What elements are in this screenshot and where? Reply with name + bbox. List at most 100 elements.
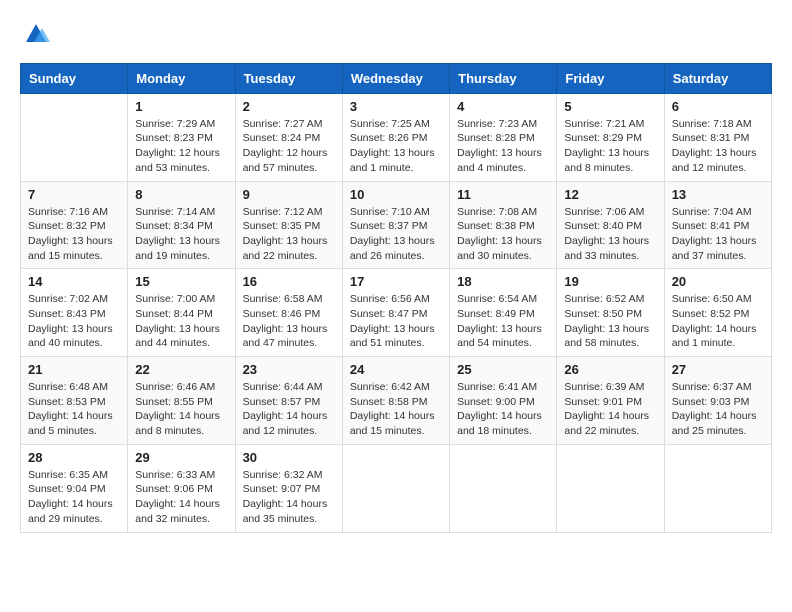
day-number: 5	[564, 99, 656, 114]
day-number: 23	[243, 362, 335, 377]
calendar-header-row: SundayMondayTuesdayWednesdayThursdayFrid…	[21, 63, 772, 93]
day-number: 14	[28, 274, 120, 289]
day-info: Sunrise: 6:35 AM Sunset: 9:04 PM Dayligh…	[28, 468, 120, 527]
day-number: 3	[350, 99, 442, 114]
calendar-cell: 27 Sunrise: 6:37 AM Sunset: 9:03 PM Dayli…	[664, 357, 771, 445]
calendar-cell: 11 Sunrise: 7:08 AM Sunset: 8:38 PM Dayli…	[450, 181, 557, 269]
day-number: 20	[672, 274, 764, 289]
calendar-cell: 7Sunrise: 7:16 AM Sunset: 8:32 PM Daylig…	[21, 181, 128, 269]
day-info: Sunrise: 7:02 AM Sunset: 8:43 PM Dayligh…	[28, 292, 120, 351]
calendar-cell: 13 Sunrise: 7:04 AM Sunset: 8:41 PM Dayli…	[664, 181, 771, 269]
page-header	[20, 20, 772, 53]
day-info: Sunrise: 7:08 AM Sunset: 8:38 PM Dayligh…	[457, 205, 549, 264]
day-number: 24	[350, 362, 442, 377]
calendar-cell: 20 Sunrise: 6:50 AM Sunset: 8:52 PM Dayli…	[664, 269, 771, 357]
day-number: 15	[135, 274, 227, 289]
day-info: Sunrise: 7:21 AM Sunset: 8:29 PM Dayligh…	[564, 117, 656, 176]
day-number: 30	[243, 450, 335, 465]
col-header-thursday: Thursday	[450, 63, 557, 93]
day-info: Sunrise: 7:29 AM Sunset: 8:23 PM Dayligh…	[135, 117, 227, 176]
calendar-cell: 29Sunrise: 6:33 AM Sunset: 9:06 PM Dayli…	[128, 444, 235, 532]
calendar-cell: 9 Sunrise: 7:12 AM Sunset: 8:35 PM Daylig…	[235, 181, 342, 269]
day-number: 4	[457, 99, 549, 114]
calendar-table: SundayMondayTuesdayWednesdayThursdayFrid…	[20, 63, 772, 533]
day-number: 28	[28, 450, 120, 465]
day-number: 9	[243, 187, 335, 202]
day-number: 13	[672, 187, 764, 202]
calendar-cell: 5 Sunrise: 7:21 AM Sunset: 8:29 PM Daylig…	[557, 93, 664, 181]
day-number: 22	[135, 362, 227, 377]
day-info: Sunrise: 6:58 AM Sunset: 8:46 PM Dayligh…	[243, 292, 335, 351]
day-info: Sunrise: 7:16 AM Sunset: 8:32 PM Dayligh…	[28, 205, 120, 264]
day-info: Sunrise: 6:41 AM Sunset: 9:00 PM Dayligh…	[457, 380, 549, 439]
calendar-cell: 4 Sunrise: 7:23 AM Sunset: 8:28 PM Daylig…	[450, 93, 557, 181]
logo	[20, 20, 50, 53]
calendar-cell: 17 Sunrise: 6:56 AM Sunset: 8:47 PM Dayli…	[342, 269, 449, 357]
week-row-4: 21Sunrise: 6:48 AM Sunset: 8:53 PM Dayli…	[21, 357, 772, 445]
calendar-cell	[342, 444, 449, 532]
col-header-saturday: Saturday	[664, 63, 771, 93]
day-info: Sunrise: 6:37 AM Sunset: 9:03 PM Dayligh…	[672, 380, 764, 439]
calendar-cell	[450, 444, 557, 532]
calendar-cell: 14 Sunrise: 7:02 AM Sunset: 8:43 PM Dayli…	[21, 269, 128, 357]
calendar-cell	[557, 444, 664, 532]
day-info: Sunrise: 6:54 AM Sunset: 8:49 PM Dayligh…	[457, 292, 549, 351]
calendar-cell: 3 Sunrise: 7:25 AM Sunset: 8:26 PM Daylig…	[342, 93, 449, 181]
day-info: Sunrise: 7:25 AM Sunset: 8:26 PM Dayligh…	[350, 117, 442, 176]
day-number: 19	[564, 274, 656, 289]
day-info: Sunrise: 7:23 AM Sunset: 8:28 PM Dayligh…	[457, 117, 549, 176]
calendar-cell: 22 Sunrise: 6:46 AM Sunset: 8:55 PM Dayli…	[128, 357, 235, 445]
col-header-monday: Monday	[128, 63, 235, 93]
calendar-cell: 24 Sunrise: 6:42 AM Sunset: 8:58 PM Dayli…	[342, 357, 449, 445]
day-number: 26	[564, 362, 656, 377]
week-row-2: 7Sunrise: 7:16 AM Sunset: 8:32 PM Daylig…	[21, 181, 772, 269]
day-info: Sunrise: 6:48 AM Sunset: 8:53 PM Dayligh…	[28, 380, 120, 439]
calendar-cell: 23 Sunrise: 6:44 AM Sunset: 8:57 PM Dayli…	[235, 357, 342, 445]
day-info: Sunrise: 6:56 AM Sunset: 8:47 PM Dayligh…	[350, 292, 442, 351]
week-row-1: 1Sunrise: 7:29 AM Sunset: 8:23 PM Daylig…	[21, 93, 772, 181]
day-number: 11	[457, 187, 549, 202]
day-number: 18	[457, 274, 549, 289]
logo-icon	[22, 20, 50, 48]
calendar-cell: 6 Sunrise: 7:18 AM Sunset: 8:31 PM Daylig…	[664, 93, 771, 181]
calendar-cell: 21Sunrise: 6:48 AM Sunset: 8:53 PM Dayli…	[21, 357, 128, 445]
day-info: Sunrise: 6:33 AM Sunset: 9:06 PM Dayligh…	[135, 468, 227, 527]
day-info: Sunrise: 7:18 AM Sunset: 8:31 PM Dayligh…	[672, 117, 764, 176]
day-info: Sunrise: 7:06 AM Sunset: 8:40 PM Dayligh…	[564, 205, 656, 264]
day-info: Sunrise: 7:12 AM Sunset: 8:35 PM Dayligh…	[243, 205, 335, 264]
day-info: Sunrise: 6:42 AM Sunset: 8:58 PM Dayligh…	[350, 380, 442, 439]
day-number: 27	[672, 362, 764, 377]
day-number: 2	[243, 99, 335, 114]
col-header-friday: Friday	[557, 63, 664, 93]
day-info: Sunrise: 6:52 AM Sunset: 8:50 PM Dayligh…	[564, 292, 656, 351]
day-info: Sunrise: 7:00 AM Sunset: 8:44 PM Dayligh…	[135, 292, 227, 351]
day-info: Sunrise: 6:46 AM Sunset: 8:55 PM Dayligh…	[135, 380, 227, 439]
day-info: Sunrise: 7:04 AM Sunset: 8:41 PM Dayligh…	[672, 205, 764, 264]
day-number: 16	[243, 274, 335, 289]
week-row-3: 14 Sunrise: 7:02 AM Sunset: 8:43 PM Dayli…	[21, 269, 772, 357]
day-number: 17	[350, 274, 442, 289]
calendar-cell: 28 Sunrise: 6:35 AM Sunset: 9:04 PM Dayli…	[21, 444, 128, 532]
day-info: Sunrise: 7:10 AM Sunset: 8:37 PM Dayligh…	[350, 205, 442, 264]
day-number: 25	[457, 362, 549, 377]
day-info: Sunrise: 6:39 AM Sunset: 9:01 PM Dayligh…	[564, 380, 656, 439]
calendar-cell: 8Sunrise: 7:14 AM Sunset: 8:34 PM Daylig…	[128, 181, 235, 269]
day-number: 12	[564, 187, 656, 202]
calendar-cell: 25 Sunrise: 6:41 AM Sunset: 9:00 PM Dayli…	[450, 357, 557, 445]
calendar-cell: 2Sunrise: 7:27 AM Sunset: 8:24 PM Daylig…	[235, 93, 342, 181]
calendar-cell: 18 Sunrise: 6:54 AM Sunset: 8:49 PM Dayli…	[450, 269, 557, 357]
week-row-5: 28 Sunrise: 6:35 AM Sunset: 9:04 PM Dayli…	[21, 444, 772, 532]
calendar-cell	[21, 93, 128, 181]
calendar-cell: 16 Sunrise: 6:58 AM Sunset: 8:46 PM Dayli…	[235, 269, 342, 357]
calendar-cell: 10Sunrise: 7:10 AM Sunset: 8:37 PM Dayli…	[342, 181, 449, 269]
col-header-wednesday: Wednesday	[342, 63, 449, 93]
day-info: Sunrise: 6:50 AM Sunset: 8:52 PM Dayligh…	[672, 292, 764, 351]
calendar-cell: 15 Sunrise: 7:00 AM Sunset: 8:44 PM Dayli…	[128, 269, 235, 357]
calendar-cell	[664, 444, 771, 532]
calendar-cell: 19 Sunrise: 6:52 AM Sunset: 8:50 PM Dayli…	[557, 269, 664, 357]
day-info: Sunrise: 6:32 AM Sunset: 9:07 PM Dayligh…	[243, 468, 335, 527]
col-header-sunday: Sunday	[21, 63, 128, 93]
calendar-cell: 30 Sunrise: 6:32 AM Sunset: 9:07 PM Dayli…	[235, 444, 342, 532]
day-number: 6	[672, 99, 764, 114]
day-info: Sunrise: 6:44 AM Sunset: 8:57 PM Dayligh…	[243, 380, 335, 439]
